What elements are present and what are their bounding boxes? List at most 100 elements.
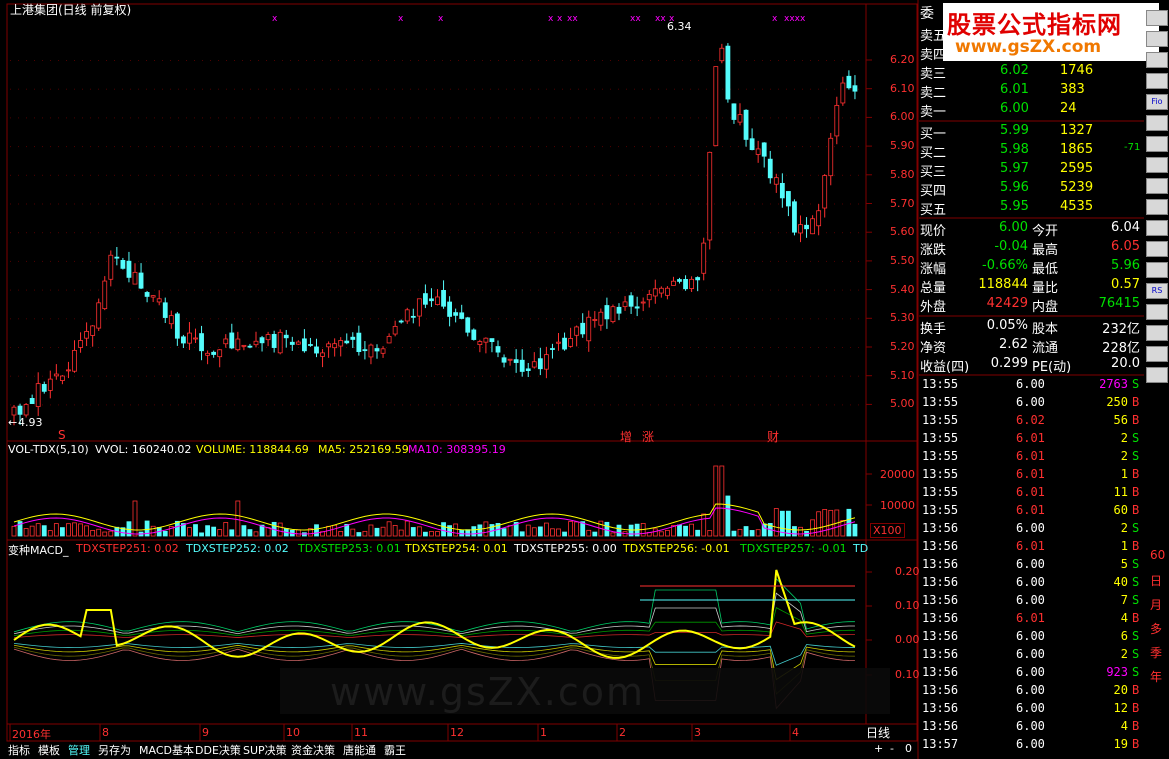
side-button-0[interactable] <box>1146 10 1168 26</box>
side-button-4[interactable]: Fio <box>1146 94 1168 110</box>
side-period-2[interactable]: 月 <box>1150 596 1162 613</box>
tab-0[interactable]: 指标 <box>8 742 30 758</box>
tick-row[interactable]: 13:56 6.00 40 S <box>920 575 1144 593</box>
price-grid-dot <box>74 146 75 148</box>
vol-indicator-name[interactable]: VOL-TDX(5,10) <box>8 443 89 456</box>
side-button-2[interactable] <box>1146 52 1168 68</box>
sell-level-row[interactable]: 卖三 6.02 1746 <box>920 63 1144 82</box>
side-period-3[interactable]: 多 <box>1150 620 1162 637</box>
sell-level-row[interactable]: 卖四 <box>920 44 1144 63</box>
side-button-13[interactable]: RS <box>1146 283 1168 299</box>
tick-row[interactable]: 13:55 6.01 2 S <box>920 449 1144 467</box>
price-grid-dot <box>122 404 123 406</box>
candle-body <box>29 398 35 404</box>
price-grid-dot <box>210 289 211 291</box>
buy-level-row[interactable]: 买二 5.98 1865 -71 <box>920 142 1144 161</box>
tick-row[interactable]: 13:56 6.00 6 S <box>920 629 1144 647</box>
tab-2[interactable]: 管理 <box>68 742 90 758</box>
price-grid-dot <box>154 146 155 148</box>
buy-level-row[interactable]: 买五 5.95 4535 <box>920 199 1144 218</box>
price-grid-dot <box>322 375 323 377</box>
buy-level-price: 5.97 <box>1000 161 1029 176</box>
buy-level-row[interactable]: 买三 5.97 2595 <box>920 161 1144 180</box>
side-button-14[interactable] <box>1146 304 1168 320</box>
side-period-0[interactable]: 60 <box>1150 548 1165 562</box>
tick-row[interactable]: 13:55 6.00 250 B <box>920 395 1144 413</box>
zoom-out-button[interactable]: - <box>890 742 894 755</box>
tick-row[interactable]: 13:56 6.01 4 B <box>920 611 1144 629</box>
side-button-1[interactable] <box>1146 31 1168 47</box>
side-button-16[interactable] <box>1146 346 1168 362</box>
price-grid-dot <box>146 347 147 348</box>
price-grid-dot <box>194 146 195 148</box>
side-button-8[interactable] <box>1146 178 1168 194</box>
price-grid-dot <box>170 174 171 176</box>
tick-row[interactable]: 13:56 6.01 1 B <box>920 539 1144 557</box>
macd-indicator-name[interactable]: 变种MACD_ <box>8 542 68 558</box>
side-button-11[interactable] <box>1146 241 1168 257</box>
tick-row[interactable]: 13:55 6.01 1 B <box>920 467 1144 485</box>
tick-direction: S <box>1132 629 1140 643</box>
tick-row[interactable]: 13:55 6.00 2763 S <box>920 377 1144 395</box>
zoom-in-button[interactable]: + <box>874 742 883 755</box>
side-button-6[interactable] <box>1146 136 1168 152</box>
price-grid-dot <box>538 88 539 90</box>
candle-body <box>816 210 822 227</box>
tick-row[interactable]: 13:56 6.00 20 B <box>920 683 1144 701</box>
price-grid-dot <box>218 203 219 205</box>
zoom-reset-button[interactable]: 0 <box>905 742 912 755</box>
tick-row[interactable]: 13:55 6.01 2 S <box>920 431 1144 449</box>
tick-row[interactable]: 13:55 6.01 60 B <box>920 503 1144 521</box>
price-grid-dot <box>442 404 443 406</box>
tab-6[interactable]: SUP决策 <box>243 742 287 758</box>
tab-5[interactable]: DDE决策 <box>195 742 241 758</box>
price-grid-dot <box>442 232 443 234</box>
price-grid-dot <box>570 318 571 320</box>
volume-bar <box>519 531 525 537</box>
price-grid-dot <box>58 232 59 234</box>
side-button-12[interactable] <box>1146 262 1168 278</box>
side-button-17[interactable] <box>1146 367 1168 383</box>
tab-4[interactable]: MACD基本 <box>139 742 194 758</box>
tab-9[interactable]: 霸王 <box>384 742 406 758</box>
price-grid-dot <box>786 232 787 234</box>
tick-row[interactable]: 13:56 6.00 2 S <box>920 521 1144 539</box>
buy-level-row[interactable]: 买四 5.96 5239 <box>920 180 1144 199</box>
tick-row[interactable]: 13:56 6.00 2 S <box>920 647 1144 665</box>
tick-row[interactable]: 13:56 6.00 923 S <box>920 665 1144 683</box>
sell-level-row[interactable]: 卖五 <box>920 25 1144 44</box>
volume-bar <box>562 531 567 537</box>
side-period-1[interactable]: 日 <box>1150 572 1162 589</box>
price-grid-dot <box>698 232 699 234</box>
period-label[interactable]: 日线 <box>866 724 890 741</box>
tab-1[interactable]: 模板 <box>38 742 60 758</box>
price-grid-dot <box>378 88 379 90</box>
side-period-4[interactable]: 季 <box>1150 644 1162 661</box>
price-grid-dot <box>66 203 67 205</box>
tick-row[interactable]: 13:57 6.00 19 B <box>920 737 1144 755</box>
candle-body <box>731 103 737 120</box>
tick-row[interactable]: 13:55 6.02 56 B <box>920 413 1144 431</box>
side-button-15[interactable] <box>1146 325 1168 341</box>
side-button-7[interactable] <box>1146 157 1168 173</box>
sell-level-row[interactable]: 卖二 6.01 383 <box>920 82 1144 101</box>
tab-3[interactable]: 另存为 <box>98 742 131 758</box>
tab-7[interactable]: 资金决策 <box>291 742 335 758</box>
side-period-5[interactable]: 年 <box>1150 668 1162 685</box>
price-grid-dot <box>658 60 659 61</box>
tick-row[interactable]: 13:56 6.00 5 S <box>920 557 1144 575</box>
side-button-10[interactable] <box>1146 220 1168 236</box>
price-grid-dot <box>250 404 251 406</box>
tab-8[interactable]: 唐能通 <box>343 742 376 758</box>
tick-row[interactable]: 13:56 6.00 4 B <box>920 719 1144 737</box>
side-button-9[interactable] <box>1146 199 1168 215</box>
tick-row[interactable]: 13:56 6.00 12 B <box>920 701 1144 719</box>
tick-row[interactable]: 13:55 6.01 11 B <box>920 485 1144 503</box>
sell-level-row[interactable]: 卖一 6.00 24 <box>920 101 1144 120</box>
stat-value: 42429 <box>986 296 1028 311</box>
side-button-5[interactable] <box>1146 115 1168 131</box>
side-button-3[interactable] <box>1146 73 1168 89</box>
price-grid-dot <box>314 117 315 119</box>
buy-level-row[interactable]: 买一 5.99 1327 <box>920 123 1144 142</box>
tick-row[interactable]: 13:56 6.00 7 S <box>920 593 1144 611</box>
